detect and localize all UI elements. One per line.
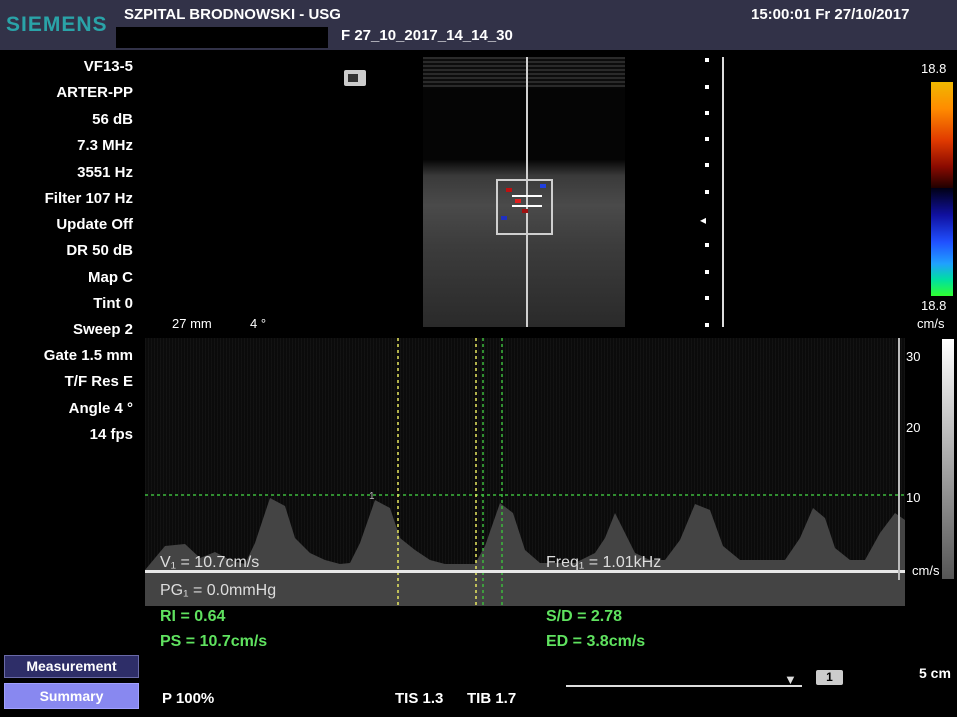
color-bar-negative (931, 188, 953, 296)
probe-orientation-icon (344, 70, 366, 86)
depth-marker (705, 137, 709, 141)
param-sweep: Sweep 2 (72, 321, 133, 338)
velocity-readout: V₁ = 10.7cm/s (160, 554, 260, 571)
scale-label-20: 20 (906, 420, 921, 435)
depth-marker (705, 296, 709, 300)
depth-marker (705, 58, 709, 62)
bmode-near-field (423, 57, 625, 87)
scale-label-30: 30 (906, 349, 921, 364)
cine-marker-icon[interactable]: ▼ (784, 672, 797, 687)
flow-red (522, 209, 528, 213)
param-map: Map C (88, 269, 133, 286)
depth-marker (705, 323, 709, 327)
depth-marker (705, 85, 709, 89)
sample-gate-bottom[interactable] (512, 205, 542, 207)
scale-unit: cm/s (912, 563, 940, 578)
summary-button[interactable]: Summary (4, 683, 139, 709)
velocity-scale-axis (898, 338, 900, 580)
scale-label-10: 10 (906, 490, 921, 505)
svg-text:1: 1 (369, 491, 375, 502)
depth-marker (705, 270, 709, 274)
depth-marker (705, 190, 709, 194)
siemens-logo: SIEMENS (6, 13, 108, 36)
acoustic-power: P 100% (162, 690, 215, 707)
param-frequency: 7.3 MHz (77, 137, 133, 154)
depth-marker (705, 243, 709, 247)
sd-value: S/D = 2.78 (546, 608, 623, 625)
color-bar-positive (931, 82, 953, 188)
color-scale-min: 18.8 (921, 298, 947, 313)
cine-timeline[interactable] (566, 685, 802, 687)
flow-blue (501, 216, 507, 220)
depth-scale-line (722, 57, 724, 327)
color-scale-max: 18.8 (921, 61, 947, 76)
param-prf: 3551 Hz (77, 164, 133, 181)
file-id: F 27_10_2017_14_14_30 (341, 27, 513, 44)
image-depth: 27 mm (172, 316, 212, 331)
depth-marker (705, 163, 709, 167)
color-scale-unit: cm/s (917, 316, 945, 331)
patient-name-redacted (116, 27, 328, 48)
param-dynamic-range: DR 50 dB (66, 242, 133, 259)
page-badge: 1 (816, 670, 843, 685)
depth-marker (705, 111, 709, 115)
frequency-readout: Freq₁ = 1.01kHz (546, 554, 662, 571)
flow-blue (540, 184, 546, 188)
flow-red (506, 188, 512, 192)
ri-value: RI = 0.64 (160, 608, 226, 625)
param-preset: ARTER-PP (56, 84, 133, 101)
ed-value: ED = 3.8cm/s (546, 633, 646, 650)
measurement-button[interactable]: Measurement (4, 655, 139, 678)
pressure-gradient-readout: PG₁ = 0.0mmHg (160, 582, 277, 599)
param-transducer: VF13-5 (83, 58, 133, 75)
thermal-index-soft: TIS 1.3 (395, 690, 444, 707)
param-gate: Gate 1.5 mm (43, 347, 133, 364)
param-angle: Angle 4 ° (68, 400, 133, 417)
param-filter: Filter 107 Hz (44, 190, 133, 207)
image-angle: 4 ° (250, 316, 267, 331)
date-time: 15:00:01 Fr 27/10/2017 (751, 6, 910, 23)
param-update: Update Off (56, 216, 133, 233)
param-gain: 56 dB (92, 111, 133, 128)
ps-value: PS = 10.7cm/s (160, 633, 268, 650)
param-tf-res: T/F Res E (64, 373, 133, 390)
flow-red (515, 199, 521, 203)
thermal-index-bone: TIB 1.7 (467, 690, 517, 707)
param-fps: 14 fps (89, 426, 133, 443)
hospital-name: SZPITAL BRODNOWSKI - USG (124, 6, 341, 23)
grayscale-bar (942, 339, 954, 579)
sample-gate-top[interactable] (512, 195, 542, 197)
focus-marker-icon[interactable]: ◂ (700, 213, 706, 227)
param-tint: Tint 0 (93, 295, 133, 312)
scale-indicator: 5 cm (919, 665, 951, 681)
